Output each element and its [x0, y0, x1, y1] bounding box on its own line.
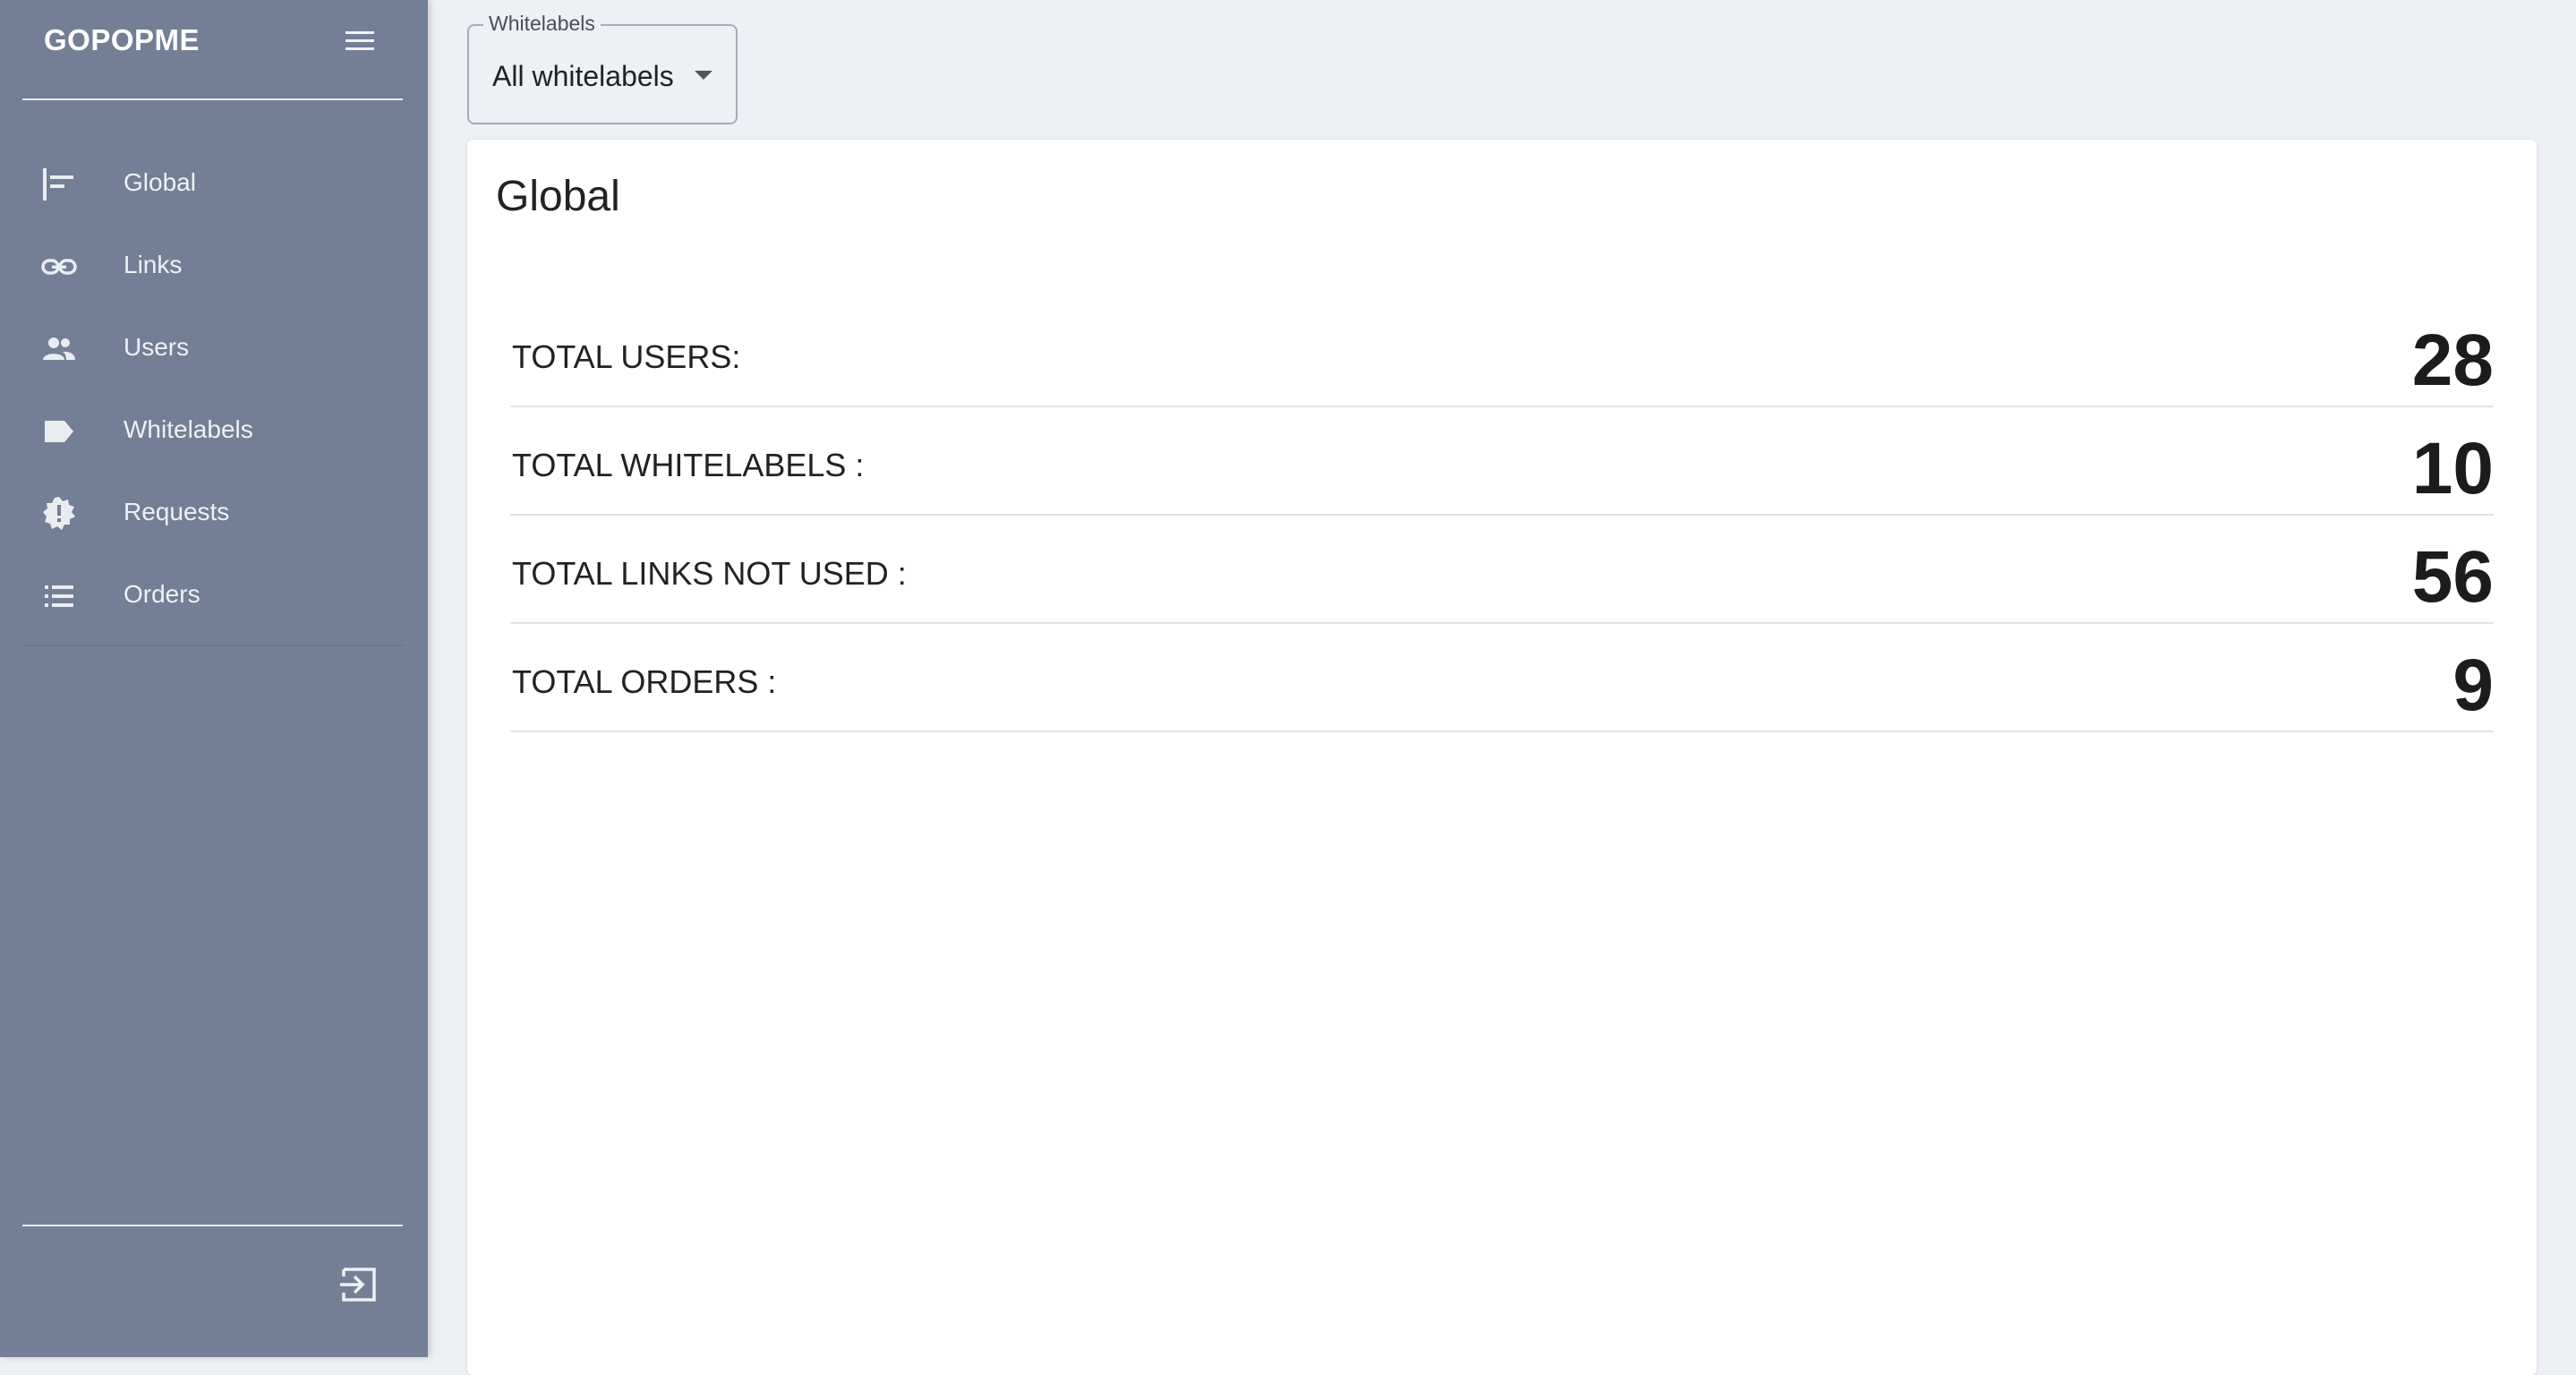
logout-button[interactable] — [338, 1264, 380, 1305]
global-icon — [39, 165, 79, 204]
whitelabels-select[interactable]: Whitelabels All whitelabels — [467, 12, 738, 124]
sidebar-item-label: Whitelabels — [124, 415, 253, 443]
sidebar-item-label: Links — [124, 251, 183, 278]
list-icon — [39, 576, 79, 616]
card-title: Global — [496, 173, 620, 220]
link-icon — [39, 247, 79, 286]
sidebar-item-users[interactable]: Users — [0, 308, 428, 390]
stat-value: 28 — [2411, 320, 2494, 401]
stat-row-total-links-not-used: TOTAL LINKS NOT USED : 56 — [510, 516, 2494, 624]
hamburger-icon — [345, 31, 374, 50]
sidebar-footer-divider — [22, 1225, 403, 1226]
sidebar-item-label: Users — [124, 333, 190, 361]
sidebar-item-orders[interactable]: Orders — [0, 555, 428, 637]
alert-badge-icon — [39, 494, 79, 534]
sidebar-item-requests[interactable]: Requests — [0, 473, 428, 555]
stat-row-total-orders: TOTAL ORDERS : 9 — [510, 624, 2494, 732]
whitelabels-select-value: All whitelabels — [492, 60, 674, 92]
stat-label: TOTAL ORDERS : — [512, 663, 777, 700]
sidebar-item-links[interactable]: Links — [0, 226, 428, 308]
stat-row-total-whitelabels: TOTAL WHITELABELS : 10 — [510, 407, 2494, 516]
sidebar-item-label: Requests — [124, 498, 230, 525]
sidebar-header: GOPOPME — [0, 0, 428, 82]
sidebar-item-label: Global — [124, 168, 196, 196]
sidebar-divider — [22, 98, 403, 100]
caret-down-icon — [695, 71, 712, 80]
whitelabels-select-label: Whitelabels — [483, 12, 601, 36]
sidebar: GOPOPME Global Links Users Whitelabels R… — [0, 0, 428, 1357]
menu-toggle-button[interactable] — [340, 23, 380, 59]
stat-label: TOTAL USERS: — [512, 338, 741, 375]
stat-value: 9 — [2452, 645, 2494, 726]
stat-value: 10 — [2411, 428, 2494, 509]
sidebar-item-label: Orders — [124, 580, 200, 608]
sidebar-nav: Global Links Users Whitelabels Requests … — [0, 143, 428, 637]
brand-logo[interactable]: GOPOPME — [44, 23, 200, 57]
logout-icon — [340, 1268, 376, 1302]
stat-row-total-users: TOTAL USERS: 28 — [510, 299, 2494, 407]
stats-list: TOTAL USERS: 28 TOTAL WHITELABELS : 10 T… — [510, 299, 2494, 732]
stat-label: TOTAL WHITELABELS : — [512, 447, 865, 483]
sidebar-item-whitelabels[interactable]: Whitelabels — [0, 390, 428, 473]
sidebar-nav-divider — [22, 645, 403, 646]
users-icon — [39, 329, 79, 369]
stat-label: TOTAL LINKS NOT USED : — [512, 555, 907, 592]
sidebar-item-global[interactable]: Global — [0, 143, 428, 226]
stat-value: 56 — [2411, 536, 2494, 618]
label-icon — [39, 412, 79, 451]
global-stats-card: Global TOTAL USERS: 28 TOTAL WHITELABELS… — [467, 140, 2537, 1375]
